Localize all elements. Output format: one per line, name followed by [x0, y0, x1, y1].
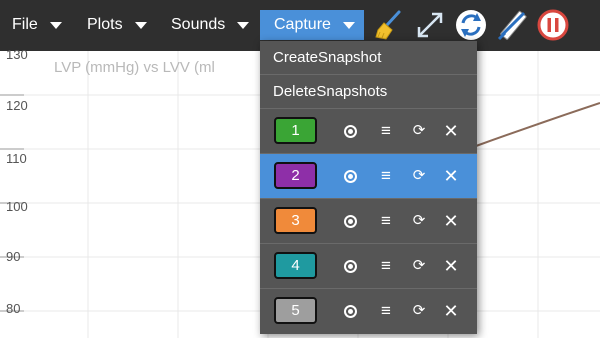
- close-icon[interactable]: ✕: [440, 209, 462, 233]
- snapshot-row[interactable]: 3 ≡ ⟳ ✕: [260, 199, 477, 244]
- chevron-down-icon: [134, 21, 147, 29]
- snapshot-badge[interactable]: 5: [274, 297, 317, 324]
- redo-icon[interactable]: ⟳: [408, 209, 430, 233]
- show-snapshot-icon[interactable]: [339, 299, 361, 323]
- expand-icon[interactable]: [413, 8, 447, 42]
- snapshot-badge[interactable]: 3: [274, 207, 317, 234]
- sounds-menu-label: Sounds: [171, 16, 226, 33]
- snapshot-badge[interactable]: 4: [274, 252, 317, 279]
- chevron-down-icon: [49, 21, 62, 29]
- menu-icon[interactable]: ≡: [375, 299, 397, 323]
- show-snapshot-icon[interactable]: [339, 209, 361, 233]
- sounds-menu[interactable]: Sounds: [171, 10, 250, 40]
- close-icon[interactable]: ✕: [440, 119, 462, 143]
- redo-icon[interactable]: ⟳: [408, 254, 430, 278]
- chevron-down-icon: [237, 21, 250, 29]
- close-icon[interactable]: ✕: [440, 254, 462, 278]
- snapshot-row[interactable]: 1 ≡ ⟳ ✕: [260, 109, 477, 154]
- y-tick-label: 130: [6, 47, 28, 62]
- ruler-icon[interactable]: [496, 8, 530, 42]
- plots-menu[interactable]: Plots: [87, 10, 147, 40]
- chevron-down-icon: [342, 21, 355, 29]
- y-tick-label: 120: [6, 98, 28, 113]
- y-tick-label: 90: [6, 249, 21, 264]
- create-snapshot-item[interactable]: CreateSnapshot: [260, 41, 477, 75]
- plots-menu-label: Plots: [87, 16, 123, 33]
- refresh-icon[interactable]: [454, 8, 488, 42]
- file-menu[interactable]: File: [12, 10, 62, 40]
- snapshot-row[interactable]: 4 ≡ ⟳ ✕: [260, 244, 477, 289]
- show-snapshot-icon[interactable]: [339, 254, 361, 278]
- menu-icon[interactable]: ≡: [375, 209, 397, 233]
- capture-dropdown-menu: CreateSnapshot DeleteSnapshots 1 ≡ ⟳ ✕ 2…: [260, 41, 477, 334]
- snapshot-row[interactable]: 5 ≡ ⟳ ✕: [260, 289, 477, 334]
- capture-menu-label: Capture: [274, 16, 331, 33]
- chart-title: LVP (mmHg) vs LVV (ml: [54, 59, 215, 76]
- menu-icon[interactable]: ≡: [375, 119, 397, 143]
- show-snapshot-icon[interactable]: [339, 119, 361, 143]
- pause-icon[interactable]: [536, 8, 570, 42]
- y-tick-label: 100: [6, 199, 28, 214]
- menu-icon[interactable]: ≡: [375, 254, 397, 278]
- y-tick-label: 110: [6, 151, 27, 166]
- close-icon[interactable]: ✕: [440, 299, 462, 323]
- snapshot-badge[interactable]: 1: [274, 117, 317, 144]
- snapshot-badge[interactable]: 2: [274, 162, 317, 189]
- menu-icon[interactable]: ≡: [375, 164, 397, 188]
- show-snapshot-icon[interactable]: [339, 164, 361, 188]
- close-icon[interactable]: ✕: [440, 164, 462, 188]
- file-menu-label: File: [12, 16, 38, 33]
- capture-menu[interactable]: Capture: [260, 10, 364, 40]
- y-tick-label: 80: [6, 301, 21, 316]
- delete-snapshots-item[interactable]: DeleteSnapshots: [260, 75, 477, 109]
- redo-icon[interactable]: ⟳: [408, 299, 430, 323]
- broom-icon[interactable]: [372, 8, 406, 42]
- snapshot-row[interactable]: 2 ≡ ⟳ ✕: [260, 154, 477, 199]
- redo-icon[interactable]: ⟳: [408, 164, 430, 188]
- redo-icon[interactable]: ⟳: [408, 119, 430, 143]
